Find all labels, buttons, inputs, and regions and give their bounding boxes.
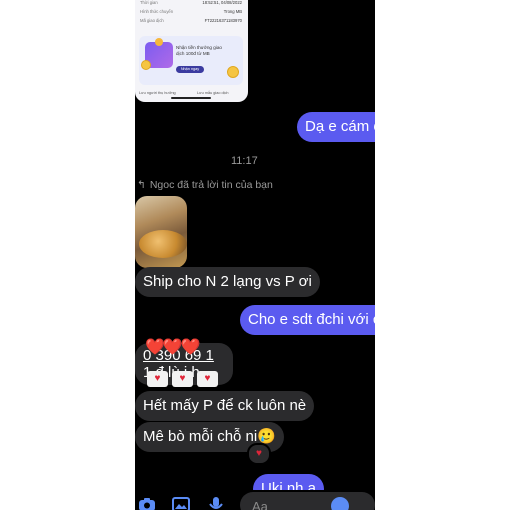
- heart-icon: ♥: [147, 371, 168, 387]
- chat-screen: Thời gian 18:52:51, 04/08/2022 Hình thức…: [135, 0, 375, 510]
- receipt-value: Trong MB: [223, 9, 242, 14]
- receipt-label: Mã giao dịch: [140, 18, 164, 23]
- heart-icon: ♥: [172, 371, 193, 387]
- promo-banner: Nhận tiền thưởng giao dịch 100đ từ MB Nh…: [139, 36, 243, 85]
- shared-receipt-image[interactable]: Thời gian 18:52:51, 04/08/2022 Hình thức…: [135, 0, 248, 102]
- home-indicator: [171, 97, 211, 99]
- hearts-overlay: ❤️❤️❤️: [145, 339, 201, 356]
- outgoing-message[interactable]: Cho e sdt đchi với c h: [240, 305, 375, 335]
- heart-icon: ♥: [256, 448, 262, 459]
- promo-text: Nhận tiền thưởng giao dịch 100đ từ MB: [176, 45, 222, 56]
- save-template-link[interactable]: Lưu mẫu giao dịch: [197, 91, 228, 95]
- photo-icon[interactable]: [172, 497, 190, 510]
- message-text: Cho e sdt đchi với c h: [248, 311, 375, 328]
- receipt-row-method: Hình thức chuyển Trong MB: [140, 9, 242, 17]
- heart-reaction[interactable]: ♥: [247, 443, 271, 465]
- message-text: Ship cho N 2 lạng vs P ơi: [143, 273, 312, 290]
- photo-plate: [139, 230, 187, 258]
- receipt-label: Thời gian: [140, 0, 158, 5]
- message-text: Dạ e cám ơ: [305, 118, 375, 135]
- right-margin: [375, 0, 510, 510]
- emoji-icon[interactable]: [331, 497, 349, 510]
- composer-placeholder: Aa: [252, 499, 268, 510]
- heart-icon: ♥: [197, 371, 218, 387]
- reply-note-text: Ngoc đã trả lời tin của bạn: [149, 179, 273, 191]
- save-beneficiary-link[interactable]: Lưu người thụ hưởng: [139, 91, 176, 95]
- outgoing-message[interactable]: Dạ e cám ơ: [297, 112, 375, 142]
- time-divider: 11:17: [231, 155, 258, 167]
- incoming-message[interactable]: Ship cho N 2 lạng vs P ơi: [135, 267, 320, 297]
- receipt-value: 18:52:51, 04/08/2022: [202, 0, 242, 5]
- reply-arrow-icon: ↰: [137, 179, 146, 191]
- message-text: Hết mấy P để ck luôn nè: [143, 397, 307, 414]
- camera-icon[interactable]: [138, 497, 156, 510]
- coin-icon: [141, 60, 151, 70]
- left-margin: [0, 0, 135, 510]
- incoming-message[interactable]: Hết mấy P để ck luôn nè: [135, 391, 315, 421]
- message-composer[interactable]: Aa: [240, 492, 375, 510]
- shared-food-photo[interactable]: [135, 196, 187, 268]
- reply-note: ↰ Ngoc đã trả lời tin của bạn: [137, 179, 273, 191]
- receipt-value: FT22216371183970: [204, 18, 242, 23]
- promo-button[interactable]: Nhận ngay: [176, 66, 204, 73]
- receipt-row-code: Mã giao dịch FT22216371183970: [140, 18, 242, 26]
- coin-icon: [227, 66, 239, 78]
- receipt-label: Hình thức chuyển: [140, 9, 174, 14]
- mic-icon[interactable]: [207, 497, 225, 510]
- receipt-row-time: Thời gian 18:52:51, 04/08/2022: [140, 0, 242, 8]
